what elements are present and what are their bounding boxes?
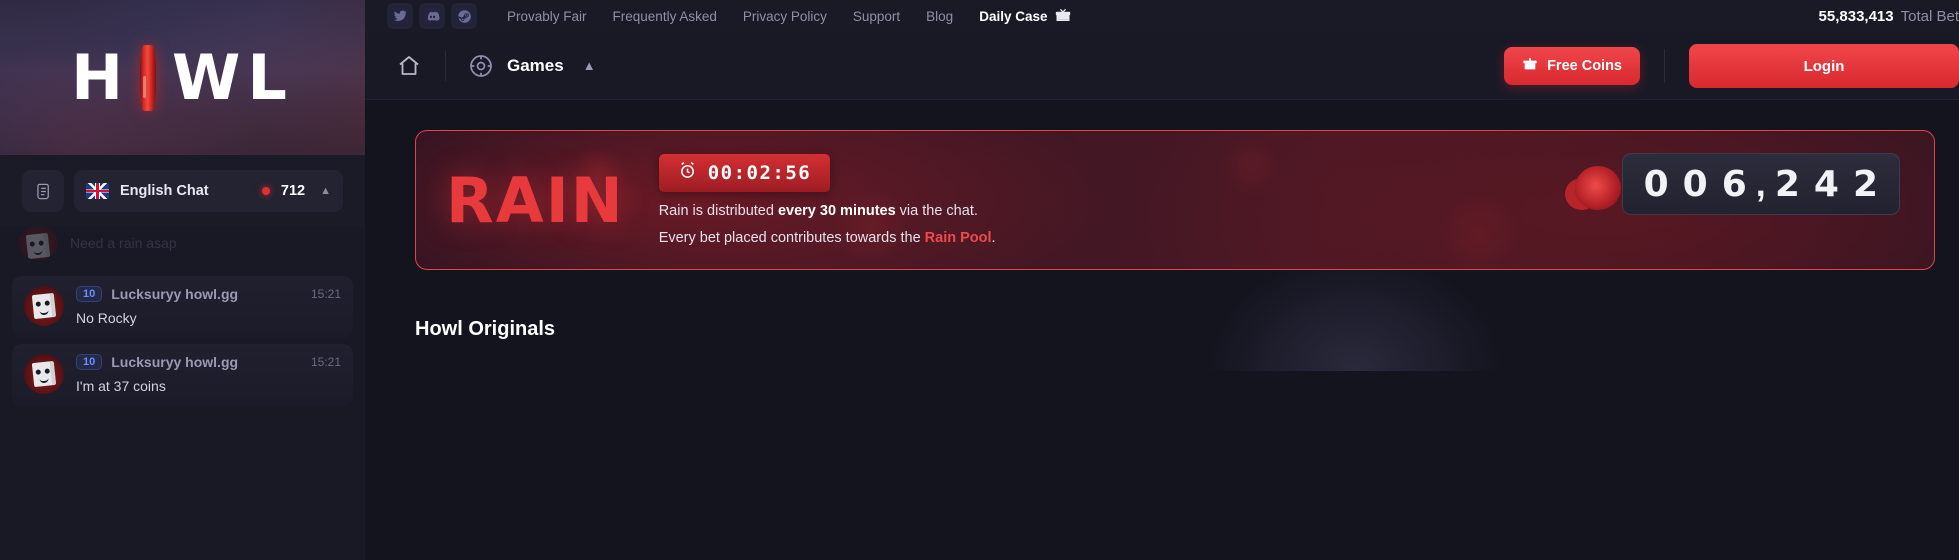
rain-line2-post: .	[991, 230, 996, 246]
red-coin-icon	[139, 44, 156, 111]
gift-icon	[1522, 56, 1538, 76]
odometer-digit: 6	[1721, 163, 1747, 205]
chevron-up-icon[interactable]: ▲	[320, 185, 331, 197]
divider	[1664, 49, 1665, 83]
nav-actions: Free Coins Login	[1504, 32, 1959, 100]
rain-pool-link[interactable]: Rain Pool	[925, 230, 992, 246]
rain-countdown-timer: 00:02:56	[658, 154, 831, 192]
nav-link-frequently-asked[interactable]: Frequently Asked	[613, 9, 717, 24]
chat-header: English Chat 712 ▲	[0, 155, 365, 227]
rain-info: 00:02:56 Rain is distributed every 30 mi…	[658, 154, 996, 246]
total-bets-number: 55,833,413	[1818, 7, 1894, 25]
nav-games-menu[interactable]: Games ▲	[468, 53, 596, 79]
chat-timestamp: 15:21	[310, 287, 341, 301]
table-row[interactable]: 10 Lucksuryy howl.gg 15:21 No Rocky	[12, 276, 353, 338]
paper-bag-avatar	[18, 226, 58, 260]
chat-timestamp: 15:21	[310, 355, 341, 369]
odometer-digit: 2	[1852, 163, 1878, 205]
status-badge: 10	[76, 354, 103, 370]
nav-link-daily-case[interactable]: Daily Case	[979, 8, 1070, 24]
rain-banner[interactable]: RAIN 00:02:56 Rain is distributed every …	[415, 130, 1935, 270]
app-root: H WL Need a rain asap 10 Lucksuryy howl.…	[0, 0, 1959, 560]
discord-icon[interactable]	[419, 3, 445, 29]
rain-timer-value: 00:02:56	[707, 162, 812, 184]
online-status-dot	[261, 187, 270, 195]
steam-icon[interactable]	[451, 3, 477, 29]
rain-line2-pre: Every bet placed contributes towards the	[658, 230, 925, 246]
odometer-digit: 0	[1643, 163, 1669, 205]
paper-bag-avatar[interactable]	[24, 286, 64, 326]
alarm-clock-icon	[678, 161, 697, 185]
main-navigation-bar: Games ▲ Free Coins Login	[365, 32, 1959, 100]
nav-link-blog[interactable]: Blog	[926, 9, 953, 24]
chevron-up-icon[interactable]: ▲	[583, 58, 596, 73]
rain-pool-odometer: 0 0 6 , 2 4 2	[1574, 153, 1900, 215]
nav-games-label: Games	[507, 55, 564, 75]
logo-text-right: WL	[171, 41, 294, 114]
games-target-icon	[468, 53, 494, 79]
chat-language-selector[interactable]: English Chat 712 ▲	[74, 170, 343, 212]
content-area: RAIN 00:02:56 Rain is distributed every …	[365, 100, 1959, 371]
chat-faded-message: Need a rain asap	[70, 235, 177, 251]
top-navigation-bar: Provably Fair Frequently Asked Privacy P…	[365, 0, 1959, 32]
chat-username[interactable]: Lucksuryy howl.gg	[111, 354, 238, 370]
rain-title: RAIN	[446, 163, 625, 237]
nav-link-privacy-policy[interactable]: Privacy Policy	[743, 9, 827, 24]
logo-text-left: H	[71, 41, 130, 114]
chat-language-label: English Chat	[120, 183, 209, 199]
odometer-digit: 4	[1813, 163, 1839, 205]
free-coins-label: Free Coins	[1547, 58, 1622, 74]
scroll-document-icon[interactable]	[22, 170, 64, 212]
odometer-digit: 0	[1682, 163, 1708, 205]
sidebar: H WL Need a rain asap 10 Lucksuryy howl.…	[0, 0, 365, 560]
rain-line1-bold: every 30 minutes	[777, 203, 896, 219]
total-bets-label: Total Bet	[1900, 7, 1959, 25]
chat-message-text: No Rocky	[76, 310, 137, 326]
rain-line1-post: via the chat.	[895, 203, 978, 219]
rain-description-line2: Every bet placed contributes towards the…	[659, 230, 996, 246]
top-nav-links: Provably Fair Frequently Asked Privacy P…	[507, 8, 1071, 24]
odometer-digit: 2	[1774, 163, 1800, 205]
home-icon[interactable]	[387, 44, 431, 88]
poker-chips-icon	[1574, 166, 1621, 210]
main-content: Provably Fair Frequently Asked Privacy P…	[365, 0, 1959, 560]
login-label: Login	[1803, 57, 1845, 75]
odometer-separator: ,	[1755, 163, 1766, 204]
uk-flag-icon	[86, 183, 109, 199]
table-row[interactable]: 10 Lucksuryy howl.gg 15:21 I'm at 37 coi…	[12, 344, 353, 406]
online-user-count: 712	[280, 183, 306, 199]
logo-area: H WL	[0, 0, 365, 155]
chat-username[interactable]: Lucksuryy howl.gg	[111, 286, 238, 302]
nav-link-support[interactable]: Support	[853, 9, 900, 24]
nav-link-provably-fair[interactable]: Provably Fair	[507, 9, 587, 24]
chat-message-list[interactable]: Need a rain asap 10 Lucksuryy howl.gg 15…	[0, 218, 365, 560]
gift-box-icon	[1055, 8, 1071, 24]
page-title: Howl Originals	[415, 318, 556, 340]
twitter-icon[interactable]	[387, 3, 413, 29]
status-badge: 10	[76, 286, 103, 302]
chat-message-text: I'm at 37 coins	[76, 378, 166, 394]
paper-bag-avatar[interactable]	[24, 354, 64, 394]
howl-logo[interactable]: H WL	[71, 41, 294, 114]
nav-link-daily-case-label: Daily Case	[979, 8, 1048, 24]
divider	[445, 50, 446, 81]
total-bets-counter: 55,833,413 Total Bet	[1819, 0, 1959, 32]
free-coins-button[interactable]: Free Coins	[1504, 47, 1640, 85]
rain-line1-pre: Rain is distributed	[658, 203, 778, 219]
social-links	[387, 3, 477, 29]
rain-description-line1: Rain is distributed every 30 minutes via…	[659, 203, 996, 219]
login-button[interactable]: Login	[1689, 44, 1959, 88]
